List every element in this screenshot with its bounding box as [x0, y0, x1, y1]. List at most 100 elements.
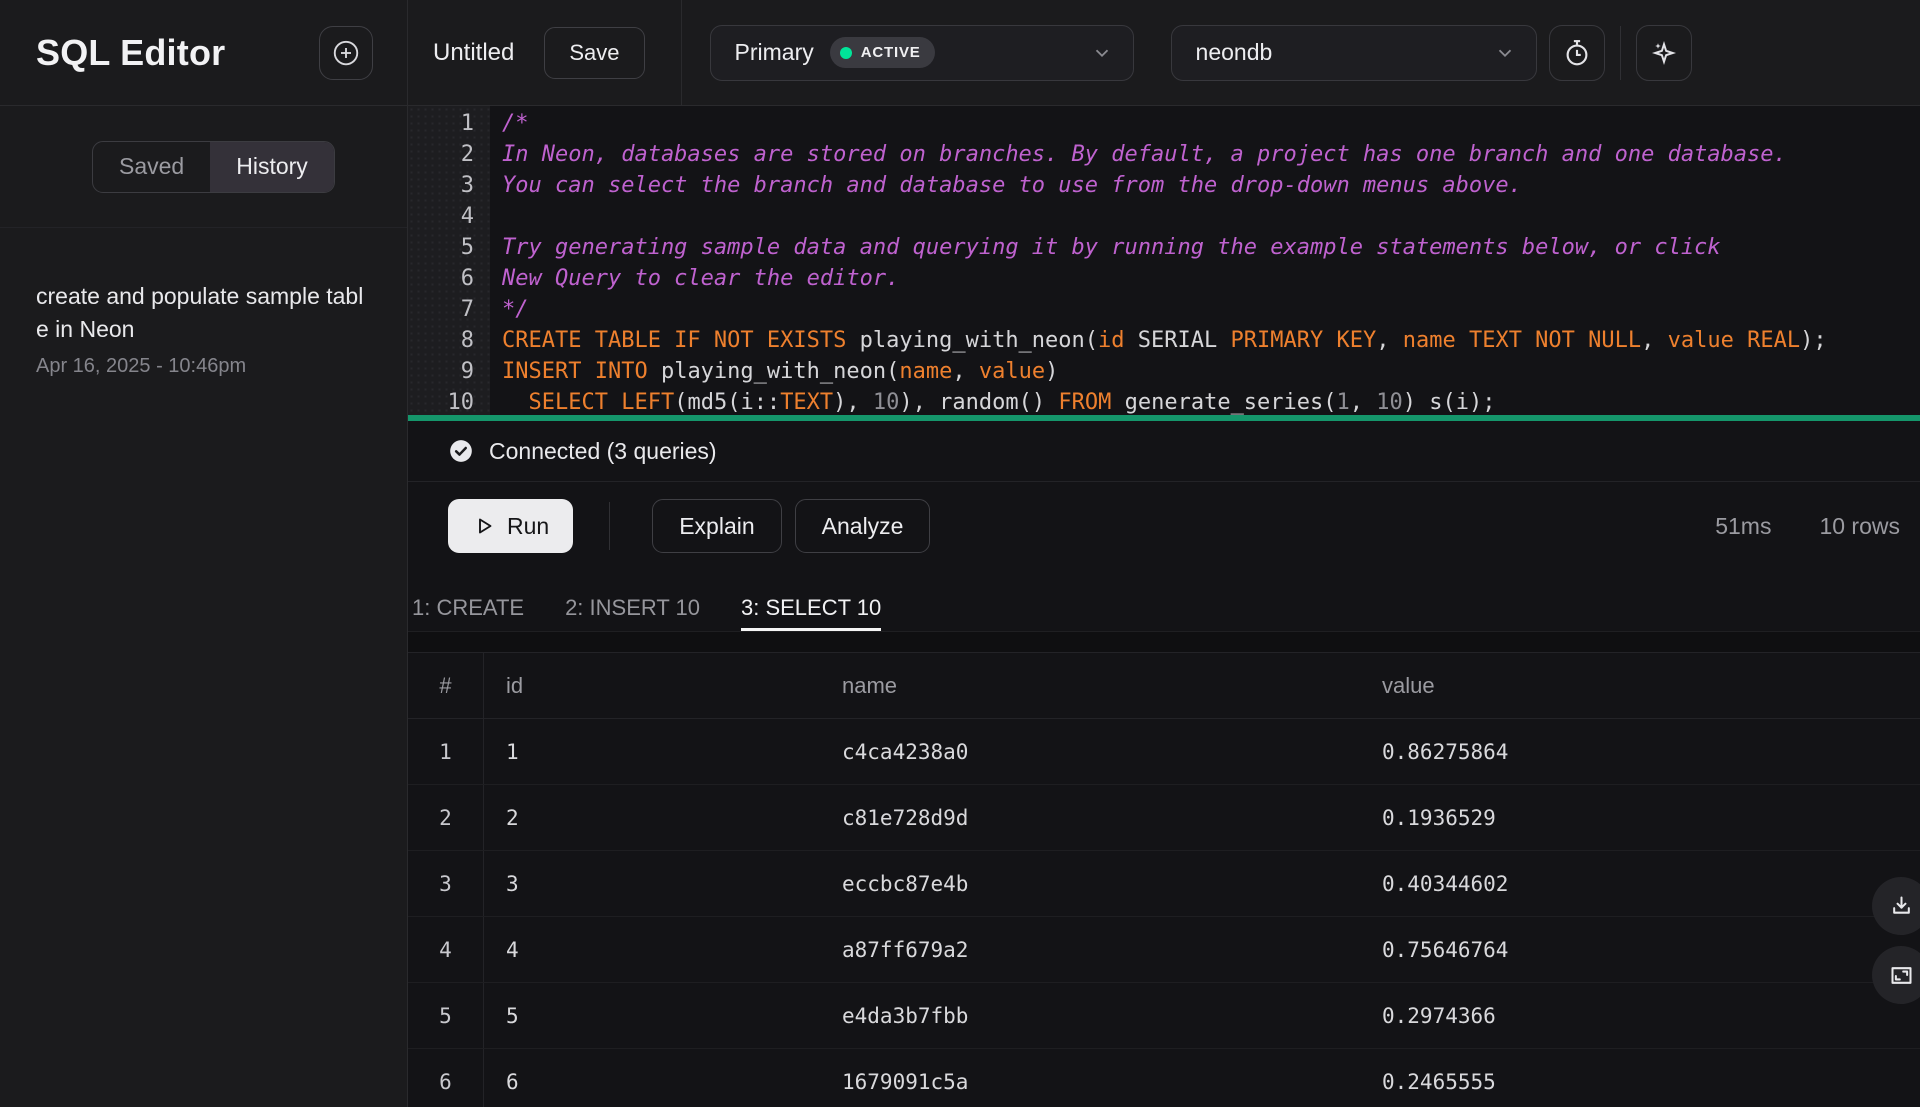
analyze-button[interactable]: Analyze: [795, 499, 931, 553]
sidebar-tab-saved[interactable]: Saved: [93, 142, 210, 192]
table-cell: 4: [408, 917, 484, 982]
chevron-down-icon: [1091, 42, 1113, 64]
line-number: 8: [408, 325, 474, 356]
line-number: 6: [408, 263, 474, 294]
connection-status-label: Connected (3 queries): [489, 438, 717, 465]
code-line[interactable]: INSERT INTO playing_with_neon(name, valu…: [502, 356, 1920, 387]
line-number: 3: [408, 170, 474, 201]
table-cell: 5: [408, 983, 484, 1048]
page-title: SQL Editor: [36, 32, 225, 74]
code-line[interactable]: CREATE TABLE IF NOT EXISTS playing_with_…: [502, 325, 1920, 356]
result-tab-3[interactable]: 3: SELECT 10: [741, 570, 881, 631]
history-item[interactable]: create and populate sample table in Neon…: [36, 280, 371, 378]
actions-divider: [609, 502, 610, 550]
actions-row: Run Explain Analyze 51ms 10 rows: [408, 482, 1920, 570]
table-cell: 0.1936529: [1360, 785, 1920, 850]
plus-circle-icon: [331, 38, 361, 68]
new-query-button[interactable]: [319, 26, 373, 80]
line-number: 4: [408, 201, 474, 232]
table-cell: 0.86275864: [1360, 719, 1920, 784]
sparkles-icon: [1649, 38, 1679, 68]
query-title: Untitled: [433, 39, 514, 67]
line-number: 2: [408, 139, 474, 170]
topbar: Untitled Save Primary ACTIVE neondb: [408, 0, 1920, 106]
table-cell: 5: [484, 983, 820, 1048]
table-cell: 0.2465555: [1360, 1049, 1920, 1107]
branch-status-badge: ACTIVE: [830, 37, 935, 68]
table-cell: c81e728d9d: [820, 785, 1360, 850]
column-header-value: value: [1360, 653, 1920, 718]
branch-name: Primary: [735, 39, 814, 66]
table-cell: 2: [408, 785, 484, 850]
table-cell: 0.40344602: [1360, 851, 1920, 916]
results-table: #idnamevalue 11c4ca4238a00.8627586422c81…: [408, 653, 1920, 1107]
code-line[interactable]: /*: [502, 108, 1920, 139]
history-item-timestamp: Apr 16, 2025 - 10:46pm: [36, 355, 371, 378]
code-line[interactable]: Try generating sample data and querying …: [502, 232, 1920, 263]
sql-editor[interactable]: 12345678910 /*In Neon, databases are sto…: [408, 106, 1920, 415]
history-item-title: create and populate sample table in Neon: [36, 280, 371, 346]
query-duration: 51ms: [1715, 513, 1771, 540]
table-cell: 3: [484, 851, 820, 916]
code-line[interactable]: You can select the branch and database t…: [502, 170, 1920, 201]
query-history-button[interactable]: [1549, 25, 1605, 81]
play-icon: [472, 514, 496, 538]
table-cell: eccbc87e4b: [820, 851, 1360, 916]
line-number: 7: [408, 294, 474, 325]
explain-button[interactable]: Explain: [652, 499, 781, 553]
connection-status-row: Connected (3 queries): [408, 421, 1920, 482]
code-line[interactable]: */: [502, 294, 1920, 325]
table-cell: c4ca4238a0: [820, 719, 1360, 784]
sidebar-tab-history[interactable]: History: [210, 142, 334, 192]
table-row: 44a87ff679a20.75646764: [408, 917, 1920, 983]
results-gap: [408, 632, 1920, 653]
result-tab-2[interactable]: 2: INSERT 10: [565, 570, 700, 631]
save-button[interactable]: Save: [544, 27, 644, 79]
table-cell: 4: [484, 917, 820, 982]
code-line[interactable]: SELECT LEFT(md5(i::TEXT), 10), random() …: [502, 387, 1920, 415]
table-cell: 0.2974366: [1360, 983, 1920, 1048]
history-list: create and populate sample table in Neon…: [0, 228, 407, 378]
table-row: 11c4ca4238a00.86275864: [408, 719, 1920, 785]
result-tabs: 1: CREATE 2: INSERT 10 3: SELECT 10: [408, 570, 1920, 632]
table-cell: 0.75646764: [1360, 917, 1920, 982]
code-line[interactable]: [502, 201, 1920, 232]
sql-editor-app: SQL Editor SavedHistory create and popul…: [0, 0, 1920, 1107]
download-icon: [1888, 893, 1915, 920]
editor-gutter: 12345678910: [408, 106, 490, 415]
table-cell: 2: [484, 785, 820, 850]
table-cell: e4da3b7fbb: [820, 983, 1360, 1048]
ai-assist-button[interactable]: [1636, 25, 1692, 81]
table-cell: 6: [484, 1049, 820, 1107]
sidebar-header: SQL Editor: [0, 0, 407, 106]
topbar-divider: [1620, 26, 1621, 80]
table-header-row: #idnamevalue: [408, 653, 1920, 719]
table-cell: 1679091c5a: [820, 1049, 1360, 1107]
database-select[interactable]: neondb: [1171, 25, 1537, 81]
active-status-dot: [840, 47, 852, 59]
code-line[interactable]: New Query to clear the editor.: [502, 263, 1920, 294]
column-header-id: id: [484, 653, 820, 718]
branch-select[interactable]: Primary ACTIVE: [710, 25, 1134, 81]
result-tab-1[interactable]: 1: CREATE: [412, 570, 524, 631]
column-header-row-number: #: [408, 653, 484, 718]
table-cell: 1: [408, 719, 484, 784]
database-name: neondb: [1196, 39, 1273, 66]
column-header-name: name: [820, 653, 1360, 718]
main-panel: Untitled Save Primary ACTIVE neondb: [408, 0, 1920, 1107]
query-row-count: 10 rows: [1819, 513, 1900, 540]
code-line[interactable]: In Neon, databases are stored on branche…: [502, 139, 1920, 170]
run-button[interactable]: Run: [448, 499, 573, 553]
table-cell: 6: [408, 1049, 484, 1107]
line-number: 1: [408, 108, 474, 139]
table-row: 22c81e728d9d0.1936529: [408, 785, 1920, 851]
table-body: 11c4ca4238a00.8627586422c81e728d9d0.1936…: [408, 719, 1920, 1107]
table-cell: 3: [408, 851, 484, 916]
table-row: 661679091c5a0.2465555: [408, 1049, 1920, 1107]
line-number: 9: [408, 356, 474, 387]
branch-status-label: ACTIVE: [861, 44, 921, 61]
line-number: 5: [408, 232, 474, 263]
editor-code[interactable]: /*In Neon, databases are stored on branc…: [490, 106, 1920, 415]
query-group: Untitled Save: [408, 0, 682, 105]
sidebar-tabs: SavedHistory: [0, 106, 407, 228]
